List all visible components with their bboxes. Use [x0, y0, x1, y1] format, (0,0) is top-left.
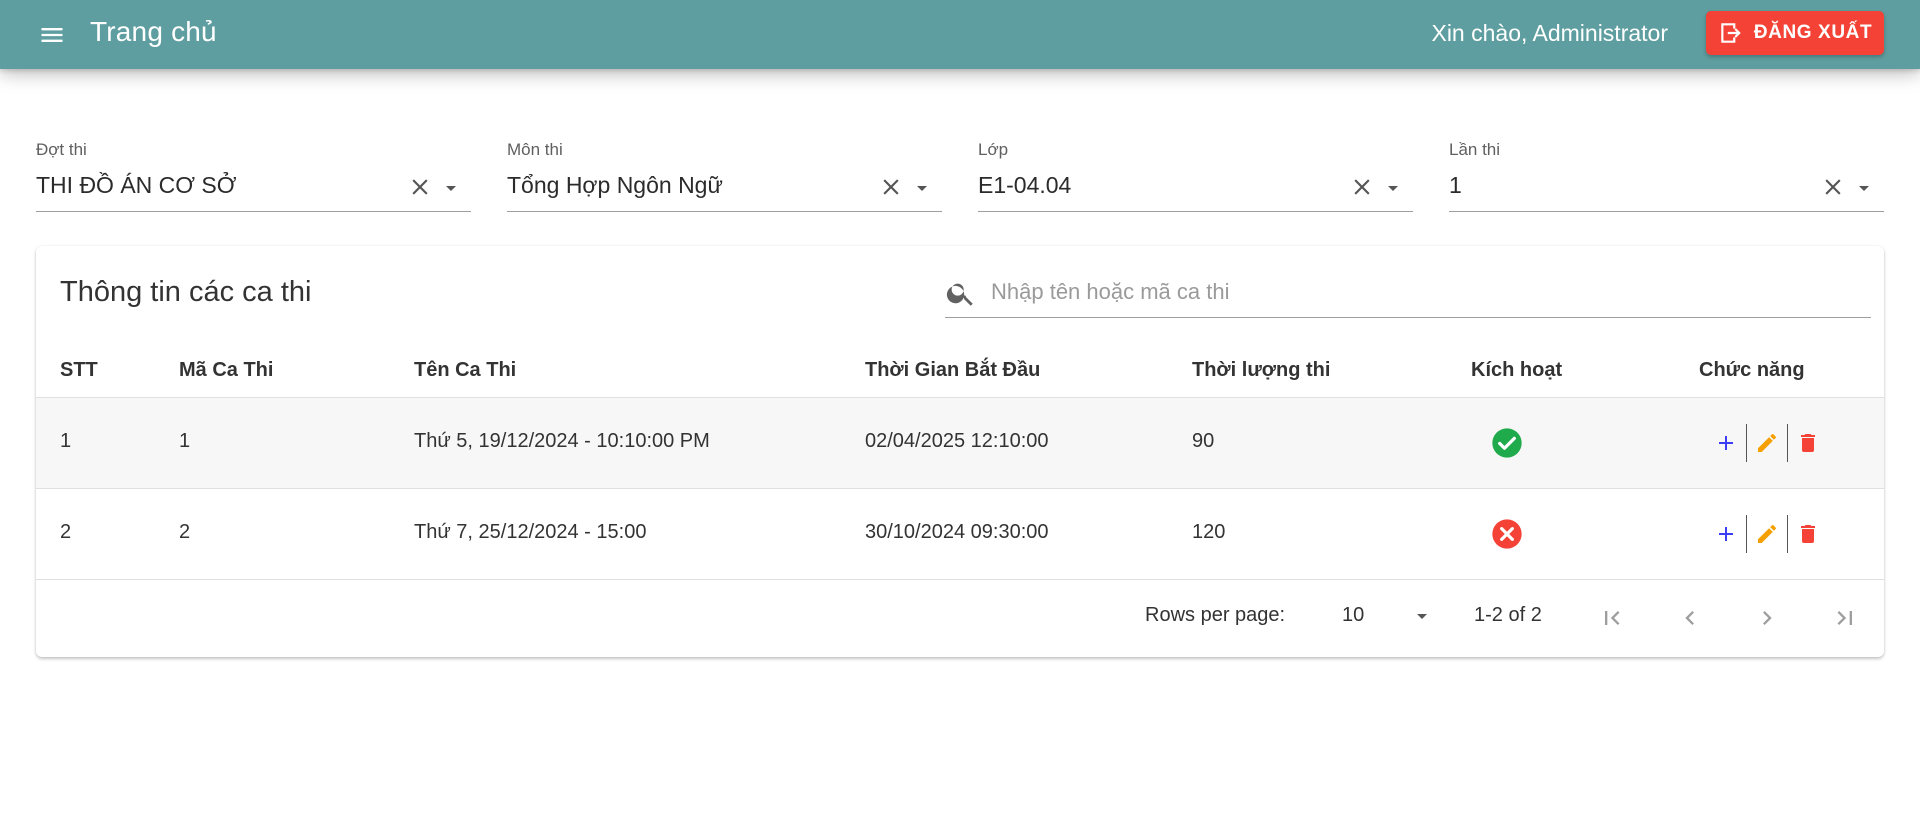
filter-mon-thi[interactable]: Môn thi Tổng Hợp Ngôn Ngữ	[507, 140, 942, 212]
cell-stt: 1	[60, 430, 72, 452]
filter-value[interactable]: THI ĐỒ ÁN CƠ SỞ	[36, 172, 236, 199]
menu-icon[interactable]	[36, 19, 68, 51]
first-page-button[interactable]	[1590, 596, 1634, 640]
column-header-thoi-luong[interactable]: Thời lượng thi	[1192, 359, 1330, 382]
chevron-down-icon[interactable]	[1381, 176, 1405, 200]
delete-button[interactable]	[1788, 515, 1828, 553]
pencil-icon	[1758, 434, 1776, 452]
clear-icon[interactable]	[1820, 174, 1846, 200]
column-header-chuc-nang: Chức năng	[1699, 359, 1805, 381]
cell-thoi-luong: 90	[1192, 430, 1215, 452]
cell-ten-ca-thi: Thứ 5, 19/12/2024 - 10:10:00 PM	[414, 430, 710, 452]
table-pagination: Rows per page: 10 1-2 of 2	[36, 580, 1884, 657]
table-row: 2 2 Thứ 7, 25/12/2024 - 15:00 30/10/2024…	[36, 489, 1884, 580]
cancel-circle-icon	[1492, 519, 1522, 549]
greeting-text: Xin chào, Administrator	[1431, 20, 1668, 46]
trash-icon	[1801, 525, 1815, 543]
edit-button[interactable]	[1747, 515, 1787, 553]
clear-icon[interactable]	[878, 174, 904, 200]
chevron-down-icon	[1417, 614, 1427, 619]
cell-ma-ca-thi: 2	[179, 521, 191, 543]
row-actions	[1706, 424, 1828, 462]
chevron-right-icon	[1763, 611, 1772, 625]
cell-stt: 2	[60, 521, 72, 543]
exam-sessions-card: Thông tin các ca thi STT Mã Ca Thi Tên C…	[36, 246, 1884, 657]
logout-button[interactable]: ĐĂNG XUẤT	[1706, 11, 1884, 55]
pencil-icon	[1758, 525, 1776, 543]
column-header-ma-ca-thi[interactable]: Mã Ca Thi	[179, 359, 273, 382]
filter-label: Lớp	[978, 140, 1009, 159]
search-input[interactable]	[991, 274, 1861, 310]
cell-thoi-luong: 120	[1192, 521, 1226, 543]
check-circle-icon	[1492, 428, 1522, 458]
chevron-down-icon[interactable]	[1852, 176, 1876, 200]
page-title: Trang chủ	[90, 16, 217, 47]
app-bar: Trang chủ Xin chào, Administrator ĐĂNG X…	[0, 0, 1920, 69]
clear-icon[interactable]	[1349, 174, 1375, 200]
search-icon	[946, 283, 973, 306]
filter-label: Lần thi	[1449, 140, 1501, 159]
chevron-left-icon	[1685, 611, 1694, 625]
delete-button[interactable]	[1788, 424, 1828, 462]
row-actions	[1706, 515, 1828, 553]
table-row: 1 1 Thứ 5, 19/12/2024 - 10:10:00 PM 02/0…	[36, 398, 1884, 489]
cell-ten-ca-thi: Thứ 7, 25/12/2024 - 15:00	[414, 521, 647, 543]
add-button[interactable]	[1706, 515, 1746, 553]
logout-icon	[1721, 23, 1741, 43]
plus-icon	[1719, 436, 1733, 450]
chevron-down-icon[interactable]	[910, 176, 934, 200]
add-button[interactable]	[1706, 424, 1746, 462]
page-range: 1-2 of 2	[1474, 604, 1542, 626]
column-header-ten-ca-thi[interactable]: Tên Ca Thi	[414, 359, 516, 382]
previous-page-button[interactable]	[1668, 596, 1712, 640]
rows-per-page-select[interactable]: 10	[1342, 600, 1434, 634]
first-page-icon	[1605, 611, 1620, 625]
cell-ma-ca-thi: 1	[179, 430, 191, 452]
filter-bar: Đợt thi THI ĐỒ ÁN CƠ SỞ Môn thi Tổng Hợp…	[36, 140, 1884, 212]
table-header: STT Mã Ca Thi Tên Ca Thi Thời Gian Bắt Đ…	[36, 344, 1884, 398]
cell-thoi-gian-bat-dau: 30/10/2024 09:30:00	[865, 521, 1049, 543]
next-page-button[interactable]	[1745, 596, 1789, 640]
rows-per-page-value: 10	[1342, 604, 1365, 626]
plus-icon	[1719, 527, 1733, 541]
filter-value[interactable]: Tổng Hợp Ngôn Ngữ	[507, 172, 723, 199]
column-header-kich-hoat[interactable]: Kích hoạt	[1471, 359, 1562, 382]
column-header-stt[interactable]: STT	[60, 359, 98, 382]
column-header-thoi-gian-bat-dau[interactable]: Thời Gian Bắt Đầu	[865, 359, 1040, 382]
edit-button[interactable]	[1747, 424, 1787, 462]
trash-icon	[1801, 434, 1815, 452]
last-page-button[interactable]	[1823, 596, 1867, 640]
cell-thoi-gian-bat-dau: 02/04/2025 12:10:00	[865, 430, 1049, 452]
filter-dot-thi[interactable]: Đợt thi THI ĐỒ ÁN CƠ SỞ	[36, 140, 471, 212]
logout-label: ĐĂNG XUẤT	[1753, 22, 1873, 43]
filter-lop[interactable]: Lớp E1-04.04	[978, 140, 1413, 212]
last-page-icon	[1837, 611, 1852, 625]
search-field[interactable]	[945, 266, 1871, 318]
card-title: Thông tin các ca thi	[60, 276, 312, 308]
clear-icon[interactable]	[407, 174, 433, 200]
filter-label: Môn thi	[507, 140, 563, 159]
filter-value[interactable]: E1-04.04	[978, 172, 1071, 199]
filter-value[interactable]: 1	[1449, 172, 1462, 199]
chevron-down-icon[interactable]	[439, 176, 463, 200]
filter-label: Đợt thi	[36, 140, 87, 159]
filter-lan-thi[interactable]: Lần thi 1	[1449, 140, 1884, 212]
rows-per-page-label: Rows per page:	[1145, 604, 1286, 626]
